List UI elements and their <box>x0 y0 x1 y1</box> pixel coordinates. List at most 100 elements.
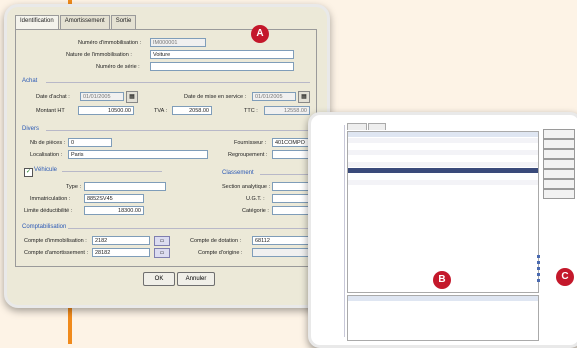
type-field[interactable] <box>84 182 166 191</box>
categorie-label: Catégorie : <box>242 208 269 214</box>
list-tab-bar <box>347 123 387 130</box>
action-button[interactable] <box>543 129 575 139</box>
date-service-label: Date de mise en service : <box>184 94 247 100</box>
fournisseur-label: Fournisseur : <box>234 140 267 146</box>
table-row[interactable] <box>348 156 538 161</box>
scroll-marker <box>537 261 540 264</box>
table-row-selected[interactable] <box>348 168 538 173</box>
classement-section-title: Classement <box>222 170 254 176</box>
action-button[interactable] <box>543 139 575 149</box>
grid-header <box>348 296 538 301</box>
compta-divider <box>68 228 310 229</box>
compte-origine-label: Compte d'origine : <box>198 250 243 256</box>
grid-header <box>348 132 538 137</box>
lookup-button-icon[interactable]: ▭ <box>154 248 170 258</box>
compte-amort-field[interactable]: 28182 <box>92 248 150 257</box>
table-row[interactable] <box>348 174 538 179</box>
pieces-field[interactable]: 0 <box>68 138 112 147</box>
serie-field[interactable] <box>150 62 294 71</box>
asset-grid <box>347 131 539 293</box>
action-button[interactable] <box>543 169 575 179</box>
compta-section-title: Comptabilisation <box>22 224 67 230</box>
montant-field[interactable]: 10500.00 <box>78 106 134 115</box>
date-achat-label: Date d'achat : <box>36 94 70 100</box>
limite-field[interactable]: 18300.00 <box>84 206 144 215</box>
ok-button[interactable]: OK <box>143 272 175 286</box>
analytique-field[interactable] <box>272 182 312 191</box>
classement-divider <box>260 174 312 175</box>
regroupement-field[interactable] <box>272 150 312 159</box>
localisation-label: Localisation : <box>30 152 63 158</box>
vehicule-checkbox[interactable]: ✓ <box>24 168 33 177</box>
date-achat-field[interactable]: 01/01/2005 <box>80 92 124 101</box>
localisation-field[interactable]: Paris <box>68 150 208 159</box>
table-row[interactable] <box>348 144 538 149</box>
table-row[interactable] <box>348 186 538 191</box>
limite-label: Limite déductibilité : <box>24 208 73 214</box>
table-row[interactable] <box>348 162 538 167</box>
tab-sortie[interactable]: Sortie <box>110 15 137 29</box>
scroll-marker <box>537 255 540 258</box>
table-row[interactable] <box>348 180 538 185</box>
fournisseur-field[interactable]: 401COMPO <box>272 138 312 147</box>
tab-identification[interactable]: Identification <box>15 15 59 29</box>
scroll-marker <box>537 267 540 270</box>
period-list[interactable]: ​ ​ ​ ​ ​ <box>314 125 345 337</box>
compte-dotation-field[interactable]: 68112 <box>252 236 310 245</box>
tab-bar: Identification Amortissement Sortie <box>15 15 137 29</box>
ttc-label: TTC : <box>244 108 258 114</box>
scroll-marker <box>537 279 540 282</box>
tab-amortissement[interactable]: Amortissement <box>59 15 110 29</box>
vehicule-label: Véhicule <box>34 167 58 173</box>
detail-grid <box>347 295 539 341</box>
type-label: Type : <box>66 184 81 190</box>
list-tab[interactable] <box>368 123 386 130</box>
divers-section-title: Divers <box>22 126 40 132</box>
list-item[interactable]: ​ <box>314 145 344 150</box>
table-row[interactable] <box>348 138 538 143</box>
action-button[interactable] <box>543 189 575 199</box>
table-row[interactable] <box>348 302 538 307</box>
ugt-field[interactable] <box>272 194 312 203</box>
action-toolbar <box>543 129 575 329</box>
scroll-marker <box>537 273 540 276</box>
compte-origine-field[interactable] <box>252 248 310 257</box>
list-tab[interactable] <box>347 123 367 130</box>
analytique-label: Section analytique : <box>222 184 271 190</box>
vehicule-divider <box>62 171 162 172</box>
callout-badge-b: B <box>433 271 451 289</box>
compte-amort-label: Compte d'amortissement : <box>24 250 89 256</box>
callout-badge-a: A <box>251 25 269 43</box>
compte-dotation-label: Compte de dotation : <box>190 238 242 244</box>
regroupement-label: Regroupement : <box>228 152 268 158</box>
identification-panel: Numéro d'immobilisation : IM000001 Natur… <box>15 29 317 267</box>
ugt-label: U.G.T. : <box>246 196 265 202</box>
asset-list-window: ​ ​ ​ ​ ​ <box>308 112 577 348</box>
cancel-button[interactable]: Annuler <box>177 272 215 286</box>
numero-field[interactable]: IM000001 <box>150 38 206 47</box>
tva-field[interactable]: 2058.00 <box>172 106 212 115</box>
categorie-field[interactable] <box>272 206 312 215</box>
calendar-icon[interactable]: ▦ <box>126 91 138 103</box>
calendar-icon[interactable]: ▦ <box>298 91 310 103</box>
asset-dialog-window: Identification Amortissement Sortie Numé… <box>4 4 330 308</box>
lookup-button-icon[interactable]: ▭ <box>154 236 170 246</box>
numero-label: Numéro d'immobilisation : <box>78 40 142 46</box>
pieces-label: Nb de pièces : <box>30 140 66 146</box>
serie-label: Numéro de série : <box>96 64 140 70</box>
action-button[interactable] <box>543 149 575 159</box>
immat-label: Immatriculation : <box>30 196 71 202</box>
achat-divider <box>46 82 310 83</box>
callout-badge-c: C <box>556 268 574 286</box>
immat-field[interactable]: 8852SV45 <box>84 194 144 203</box>
achat-section-title: Achat <box>22 78 38 84</box>
action-button[interactable] <box>543 159 575 169</box>
date-service-field[interactable]: 01/01/2005 <box>252 92 296 101</box>
divers-divider <box>46 130 310 131</box>
action-button[interactable] <box>543 179 575 189</box>
ttc-field[interactable]: 12558.00 <box>264 106 310 115</box>
nature-field[interactable]: Voiture <box>150 50 294 59</box>
compte-immo-field[interactable]: 2182 <box>92 236 150 245</box>
montant-label: Montant HT <box>36 108 65 114</box>
table-row[interactable] <box>348 150 538 155</box>
